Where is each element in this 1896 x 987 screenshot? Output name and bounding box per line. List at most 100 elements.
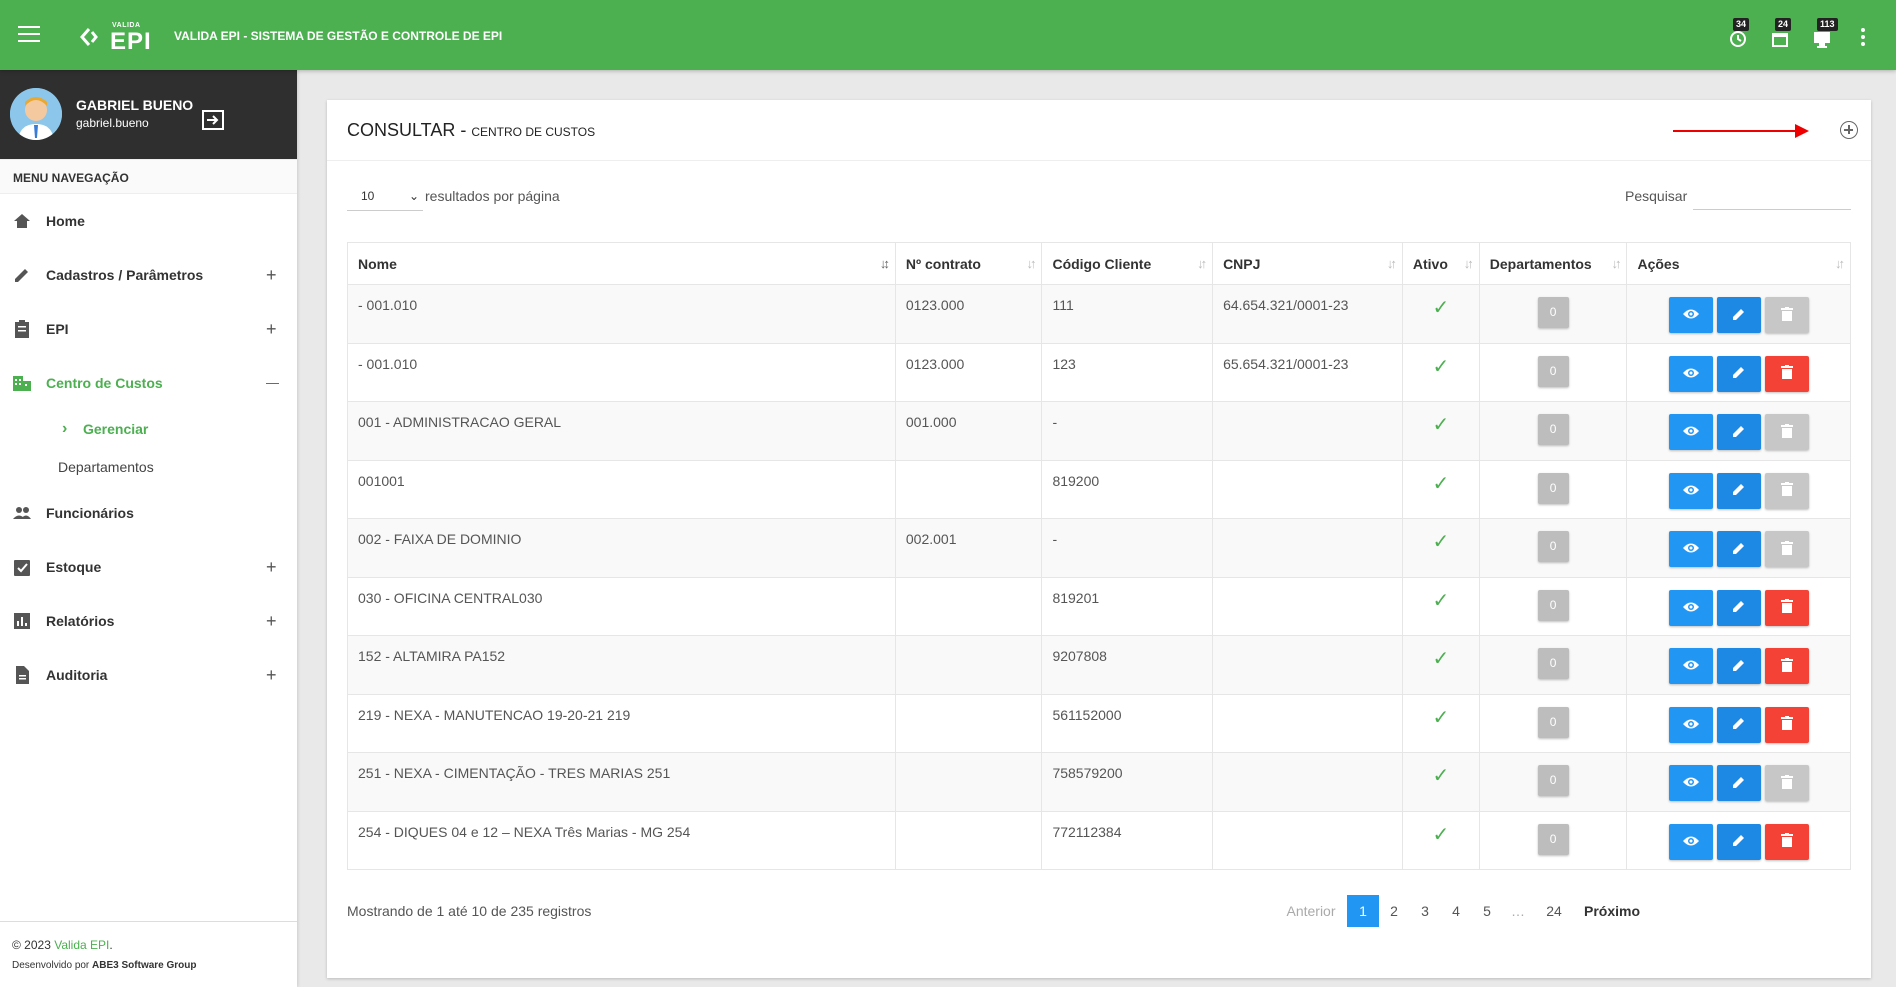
- view-button[interactable]: [1668, 297, 1713, 333]
- avatar[interactable]: [10, 88, 62, 140]
- table-row[interactable]: 152 - ALTAMIRA PA152 9207808 ✓ 0: [347, 635, 1851, 695]
- monitor-notification[interactable]: 113: [1811, 18, 1838, 48]
- edit-button[interactable]: [1716, 706, 1761, 743]
- sidebar-item-auditoria[interactable]: Auditoria +: [0, 648, 297, 702]
- column-header-cnpj[interactable]: CNPJ ↓↑: [1212, 242, 1403, 285]
- expand-icon[interactable]: +: [266, 302, 277, 356]
- departments-count-button[interactable]: 0: [1537, 823, 1569, 855]
- delete-button[interactable]: [1764, 414, 1809, 450]
- sidebar-subitem-departamentos[interactable]: Departamentos: [0, 448, 297, 486]
- departments-count-button[interactable]: 0: [1537, 589, 1569, 621]
- table-row[interactable]: 030 - OFICINA CENTRAL030 819201 ✓ 0: [347, 576, 1851, 636]
- expand-icon[interactable]: +: [266, 594, 277, 648]
- column-header-acoes[interactable]: Ações ↓↑: [1626, 242, 1851, 285]
- view-button[interactable]: [1668, 706, 1713, 743]
- annotation-arrow: [1673, 124, 1809, 138]
- delete-button[interactable]: [1764, 355, 1809, 392]
- column-header-departamentos[interactable]: Departamentos ↓↑: [1478, 242, 1628, 285]
- search-input[interactable]: [1693, 180, 1851, 210]
- sidebar-item-estoque[interactable]: Estoque +: [0, 540, 297, 594]
- brand-link[interactable]: Valida EPI: [54, 938, 109, 952]
- delete-button[interactable]: [1764, 589, 1809, 626]
- table-row[interactable]: - 001.010 0123.000 123 65.654.321/0001-23 ✓ 0: [347, 342, 1851, 402]
- pagination-page-5[interactable]: 5: [1472, 895, 1502, 927]
- expand-icon[interactable]: +: [266, 540, 277, 594]
- column-header-ativo[interactable]: Ativo ↓↑: [1401, 242, 1480, 285]
- delete-button[interactable]: [1764, 648, 1809, 684]
- edit-button[interactable]: [1716, 414, 1761, 450]
- view-button[interactable]: [1668, 472, 1713, 509]
- departments-count-button[interactable]: 0: [1537, 765, 1569, 796]
- departments-count-button[interactable]: 0: [1537, 706, 1569, 738]
- sidebar-item-epi[interactable]: EPI +: [0, 302, 297, 356]
- table-row[interactable]: 002 - FAIXA DE DOMINIO 002.001- ✓ 0: [347, 518, 1851, 578]
- edit-button[interactable]: [1716, 297, 1761, 333]
- view-button[interactable]: [1668, 531, 1713, 567]
- edit-button[interactable]: [1716, 765, 1761, 801]
- delete-button[interactable]: [1764, 706, 1809, 743]
- column-header-nome[interactable]: Nome ↓↕: [347, 242, 896, 285]
- calendar-notification[interactable]: 24: [1769, 18, 1792, 48]
- sidebar-item-funcionarios[interactable]: Funcionários: [0, 486, 297, 540]
- column-header-codigo-cliente[interactable]: Código Cliente ↓↑: [1041, 242, 1214, 285]
- edit-button[interactable]: [1716, 472, 1761, 509]
- departments-count-button[interactable]: 0: [1537, 472, 1569, 504]
- edit-button[interactable]: [1716, 823, 1761, 860]
- sidebar-item-relatorios[interactable]: Relatórios +: [0, 594, 297, 648]
- table-row[interactable]: 001001 819200 ✓ 0: [347, 459, 1851, 519]
- view-button[interactable]: [1668, 823, 1713, 860]
- pagination-page-1[interactable]: 1: [1347, 895, 1379, 927]
- pagination-page-2[interactable]: 2: [1379, 895, 1409, 927]
- pencil-icon: [1732, 482, 1746, 499]
- view-button[interactable]: [1668, 355, 1713, 392]
- cell-contrato: [894, 693, 1043, 753]
- departments-count-button[interactable]: 0: [1537, 297, 1569, 328]
- edit-button[interactable]: [1716, 589, 1761, 626]
- add-circle-icon[interactable]: [1840, 121, 1858, 139]
- page-length-select[interactable]: 10 ⌄: [347, 183, 423, 211]
- table-row[interactable]: 254 - DIQUES 04 e 12 – NEXA Três Marias …: [347, 810, 1851, 870]
- edit-button[interactable]: [1716, 355, 1761, 392]
- pencil-icon: [1732, 424, 1746, 441]
- hamburger-menu-icon[interactable]: [18, 26, 40, 44]
- check-icon: ✓: [1432, 472, 1450, 495]
- more-options-icon[interactable]: [1860, 28, 1866, 46]
- delete-button[interactable]: [1764, 531, 1809, 567]
- departments-count-button[interactable]: 0: [1537, 355, 1569, 387]
- table-row[interactable]: 219 - NEXA - MANUTENCAO 19-20-21 219 5611…: [347, 693, 1851, 753]
- history-notification[interactable]: 34: [1727, 18, 1750, 48]
- pagination-page-24[interactable]: 24: [1539, 895, 1569, 927]
- delete-button[interactable]: [1764, 765, 1809, 801]
- sidebar-item-centro-de-custos[interactable]: Centro de Custos —: [0, 356, 297, 410]
- delete-button[interactable]: [1764, 472, 1809, 509]
- departments-count-button[interactable]: 0: [1537, 414, 1569, 445]
- table-row[interactable]: 251 - NEXA - CIMENTAÇÃO - TRES MARIAS 25…: [347, 752, 1851, 812]
- logo-mark-icon: [80, 28, 98, 46]
- view-button[interactable]: [1668, 414, 1713, 450]
- departments-count-button[interactable]: 0: [1537, 648, 1569, 679]
- edit-button[interactable]: [1716, 531, 1761, 567]
- delete-button[interactable]: [1764, 297, 1809, 333]
- view-button[interactable]: [1668, 648, 1713, 684]
- table-row[interactable]: 001 - ADMINISTRACAO GERAL 001.000- ✓ 0: [347, 401, 1851, 461]
- table-row[interactable]: - 001.010 0123.000 111 64.654.321/0001-23 ✓ 0: [347, 284, 1851, 344]
- expand-icon[interactable]: +: [266, 648, 277, 702]
- sidebar-item-home[interactable]: Home: [0, 194, 297, 248]
- departments-count-button[interactable]: 0: [1537, 531, 1569, 562]
- logo[interactable]: VALIDA EPI: [80, 20, 151, 55]
- collapse-icon[interactable]: —: [266, 356, 279, 410]
- pagination-page-4[interactable]: 4: [1441, 895, 1471, 927]
- sidebar-item-cadastros[interactable]: Cadastros / Parâmetros +: [0, 248, 297, 302]
- edit-button[interactable]: [1716, 648, 1761, 684]
- pagination-previous[interactable]: Anterior: [1283, 895, 1339, 927]
- pagination-page-3[interactable]: 3: [1410, 895, 1440, 927]
- expand-icon[interactable]: +: [266, 248, 277, 302]
- pagination-next[interactable]: Próximo: [1579, 895, 1645, 927]
- column-header-label: CNPJ: [1223, 255, 1261, 272]
- view-button[interactable]: [1668, 589, 1713, 626]
- logout-icon[interactable]: [202, 110, 226, 130]
- view-button[interactable]: [1668, 765, 1713, 801]
- column-header-contrato[interactable]: Nº contrato ↓↑: [894, 242, 1043, 285]
- sidebar-subitem-gerenciar[interactable]: › Gerenciar: [0, 410, 297, 448]
- delete-button[interactable]: [1764, 823, 1809, 860]
